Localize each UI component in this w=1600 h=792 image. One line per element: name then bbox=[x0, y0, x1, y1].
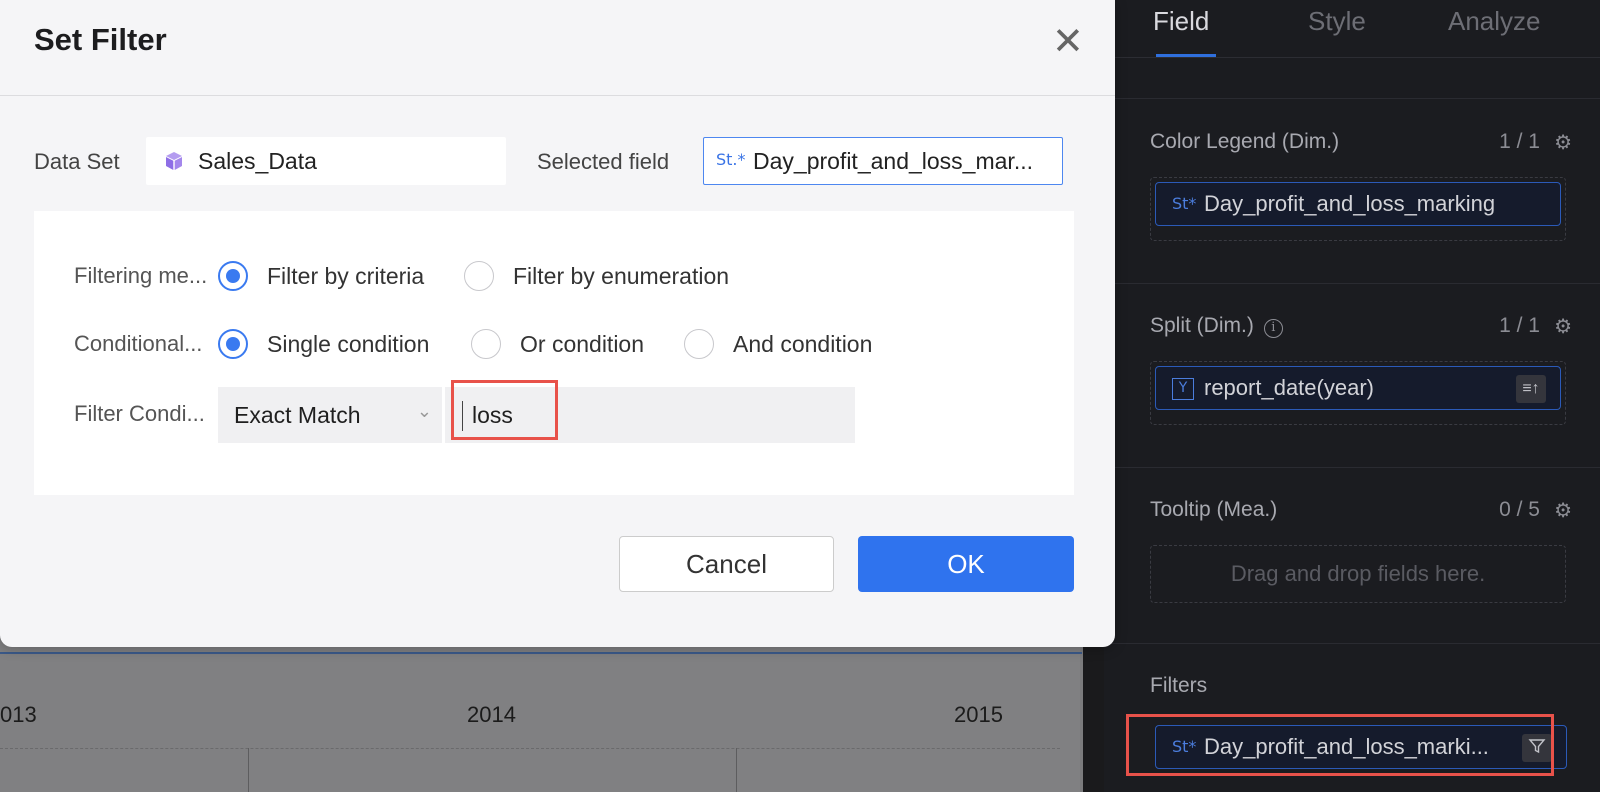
section-divider bbox=[1104, 467, 1600, 468]
selected-field-value: Day_profit_and_loss_mar... bbox=[753, 148, 1033, 174]
chart-selection-border bbox=[0, 652, 1082, 654]
chart-plot-area bbox=[0, 640, 1080, 792]
dataset-cube-icon bbox=[166, 152, 182, 170]
gear-icon[interactable]: ⚙ bbox=[1554, 498, 1572, 523]
info-icon[interactable]: i bbox=[1263, 319, 1283, 338]
year-date-icon: Y bbox=[1172, 378, 1194, 400]
filter-settings-card: Filtering me... Filter by criteria Filte… bbox=[34, 211, 1074, 495]
chevron-down-icon: ⌄ bbox=[416, 401, 432, 422]
split-title: Split (Dim.) i bbox=[1150, 314, 1283, 338]
axis-year-label: 013 bbox=[0, 702, 37, 727]
radio-label-or-condition[interactable]: Or condition bbox=[520, 331, 644, 358]
tooltip-drop-zone[interactable]: Drag and drop fields here. bbox=[1150, 545, 1566, 603]
section-divider bbox=[1104, 98, 1600, 99]
selected-field-input[interactable]: St.* Day_profit_and_loss_mar... bbox=[703, 137, 1063, 185]
radio-single-condition[interactable] bbox=[218, 329, 248, 359]
radio-label-single-condition[interactable]: Single condition bbox=[267, 331, 429, 358]
split-field-name: report_date(year) bbox=[1204, 375, 1374, 400]
filters-highlight-box bbox=[1126, 714, 1554, 776]
split-drop-zone[interactable]: Y report_date(year) ≡↑ bbox=[1150, 361, 1566, 425]
radio-filter-by-criteria[interactable] bbox=[218, 261, 248, 291]
radio-label-filter-by-enumeration[interactable]: Filter by enumeration bbox=[513, 263, 729, 290]
color-legend-title: Color Legend (Dim.) bbox=[1150, 130, 1340, 153]
tab-style[interactable]: Style bbox=[1308, 6, 1366, 37]
string-field-icon: St.* bbox=[716, 150, 746, 169]
section-divider bbox=[1104, 283, 1600, 284]
chart-gridline bbox=[0, 748, 1060, 749]
dataset-label: Data Set bbox=[34, 149, 120, 174]
gear-icon[interactable]: ⚙ bbox=[1554, 314, 1572, 339]
section-divider bbox=[1104, 643, 1600, 644]
color-legend-field-pill[interactable]: St* Day_profit_and_loss_marking bbox=[1155, 182, 1561, 226]
dataset-value: Sales_Data bbox=[198, 148, 317, 174]
close-icon[interactable]: ✕ bbox=[1052, 22, 1084, 60]
sort-icon[interactable]: ≡↑ bbox=[1516, 375, 1546, 403]
gear-icon[interactable]: ⚙ bbox=[1554, 130, 1572, 155]
tab-analyze[interactable]: Analyze bbox=[1448, 6, 1541, 37]
radio-and-condition[interactable] bbox=[684, 329, 714, 359]
tooltip-title: Tooltip (Mea.) bbox=[1150, 498, 1278, 521]
selected-field-label: Selected field bbox=[537, 149, 670, 174]
active-tab-indicator bbox=[1156, 54, 1216, 57]
color-legend-count: 1 / 1 bbox=[1499, 130, 1540, 153]
chart-gridline bbox=[248, 748, 249, 792]
radio-label-filter-by-criteria[interactable]: Filter by criteria bbox=[267, 263, 424, 290]
filters-title: Filters bbox=[1150, 674, 1208, 697]
ok-button[interactable]: OK bbox=[858, 536, 1074, 592]
string-field-icon: St* bbox=[1172, 194, 1197, 213]
color-legend-field-name: Day_profit_and_loss_marking bbox=[1204, 191, 1496, 216]
chart-gridline bbox=[736, 748, 737, 792]
split-title-text: Split (Dim.) bbox=[1150, 314, 1254, 337]
radio-or-condition[interactable] bbox=[471, 329, 501, 359]
dataset-field: Sales_Data bbox=[146, 137, 506, 185]
conditional-label: Conditional... bbox=[74, 331, 203, 356]
value-highlight-box bbox=[451, 380, 558, 440]
drop-hint-text: Drag and drop fields here. bbox=[1230, 561, 1486, 586]
radio-filter-by-enumeration[interactable] bbox=[464, 261, 494, 291]
dialog-title: Set Filter bbox=[34, 22, 167, 57]
axis-year-label: 2015 bbox=[954, 702, 1003, 727]
filter-condition-label: Filter Condi... bbox=[74, 401, 205, 426]
filtering-method-label: Filtering me... bbox=[74, 263, 208, 288]
dialog-header: Set Filter ✕ bbox=[0, 0, 1115, 96]
color-legend-drop-zone[interactable]: St* Day_profit_and_loss_marking bbox=[1150, 177, 1566, 241]
axis-year-label: 2014 bbox=[467, 702, 516, 727]
match-type-select[interactable]: Exact Match ⌄ bbox=[218, 387, 442, 443]
cancel-button[interactable]: Cancel bbox=[619, 536, 834, 592]
split-field-pill[interactable]: Y report_date(year) ≡↑ bbox=[1155, 366, 1561, 410]
split-count: 1 / 1 bbox=[1499, 314, 1540, 337]
match-type-value: Exact Match bbox=[234, 402, 361, 428]
panel-tabs: Field Style Analyze bbox=[1104, 0, 1600, 58]
set-filter-dialog: Set Filter ✕ Data Set Sales_Data Selecte… bbox=[0, 0, 1115, 647]
tooltip-count: 0 / 5 bbox=[1499, 498, 1540, 521]
field-config-panel: Field Style Analyze Color Legend (Dim.) … bbox=[1104, 0, 1600, 792]
tab-field[interactable]: Field bbox=[1153, 6, 1209, 37]
radio-label-and-condition[interactable]: And condition bbox=[733, 331, 872, 358]
